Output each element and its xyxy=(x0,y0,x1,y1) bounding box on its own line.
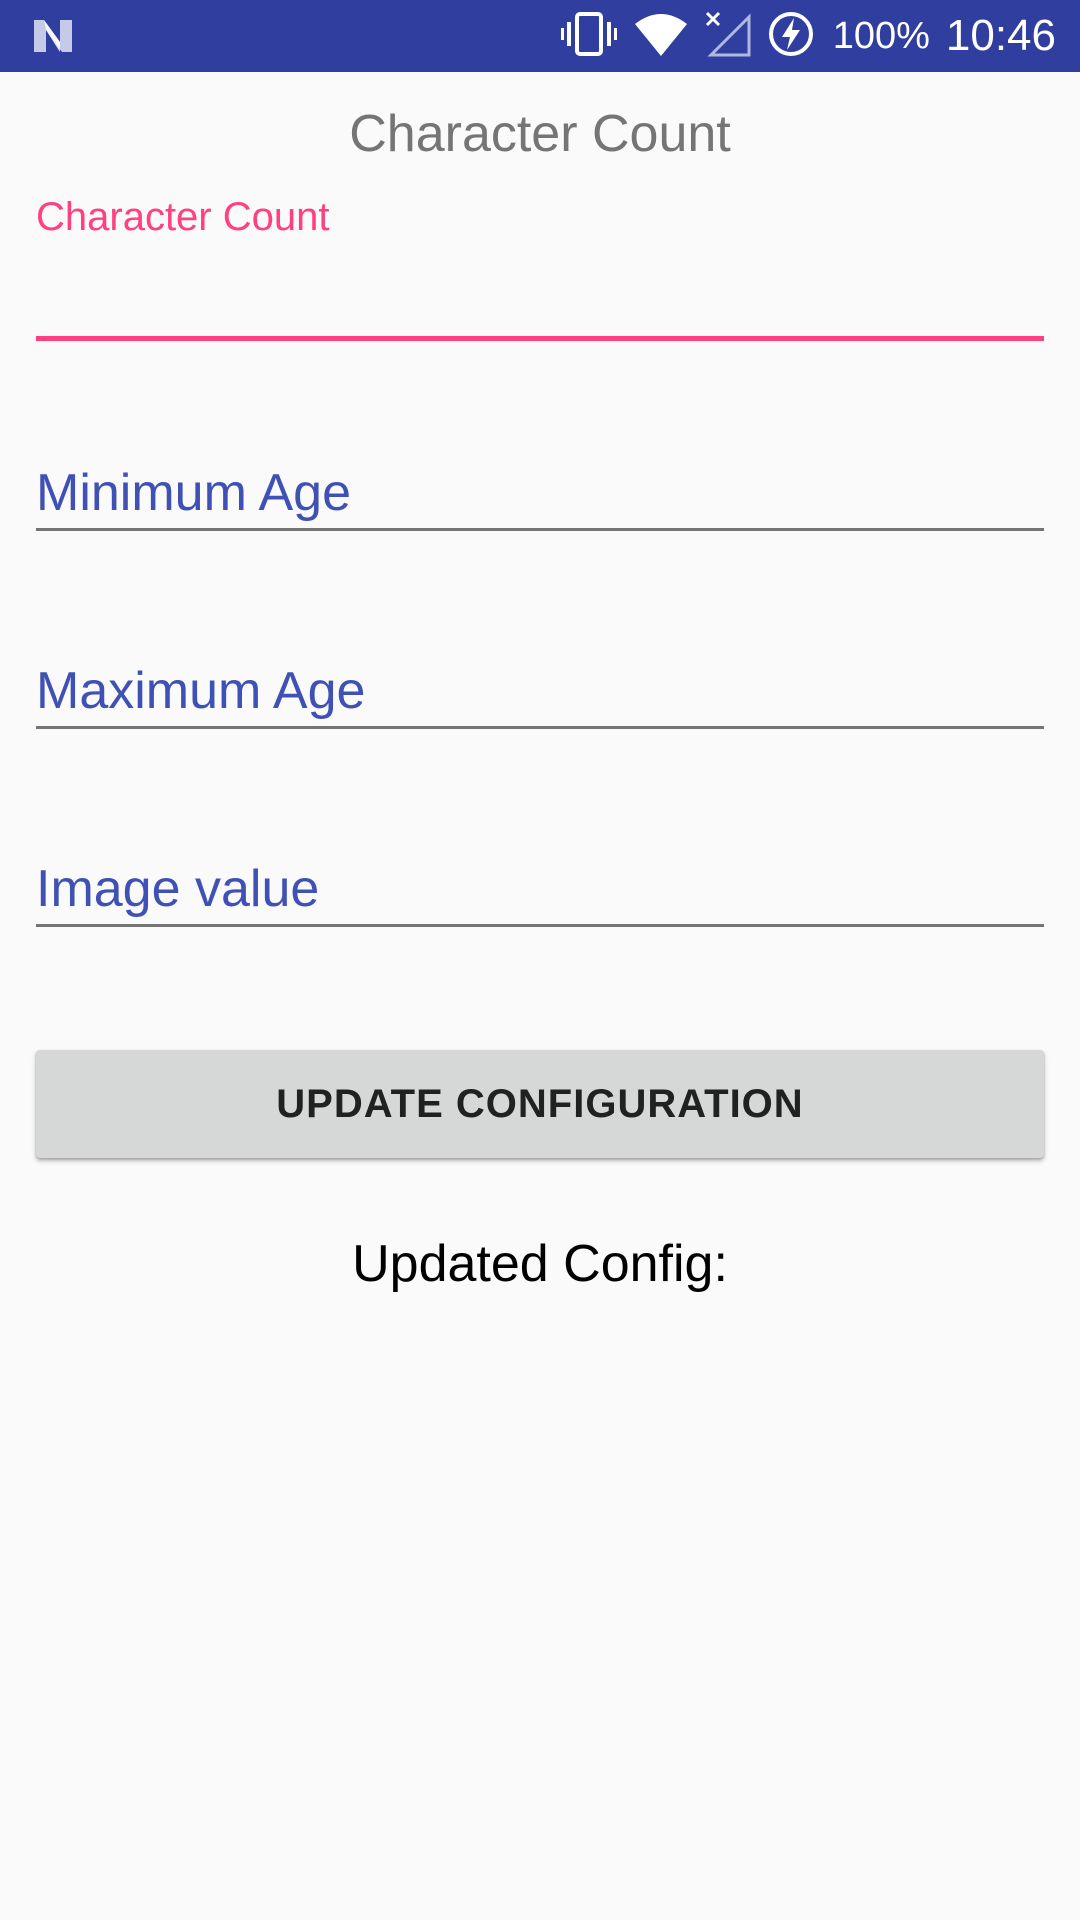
battery-charging-icon xyxy=(767,10,815,63)
minimum-age-input[interactable] xyxy=(36,458,1044,528)
character-count-field[interactable] xyxy=(36,266,1044,341)
updated-config-label: Updated Config: xyxy=(352,1235,728,1293)
no-signal-icon xyxy=(705,11,751,62)
status-time: 10:46 xyxy=(945,11,1056,60)
maximum-age-input[interactable] xyxy=(36,656,1044,726)
status-icons: 100% 10:46 xyxy=(560,0,1056,72)
character-count-label: Character Count xyxy=(36,195,330,239)
vibrate-icon xyxy=(560,11,617,61)
page-title: Character Count xyxy=(349,105,731,163)
wifi-icon xyxy=(633,12,689,61)
image-value-input[interactable] xyxy=(36,854,1044,924)
status-bar: 100% 10:46 xyxy=(0,0,1080,72)
character-count-input[interactable] xyxy=(36,266,1044,336)
image-value-field[interactable] xyxy=(36,854,1044,927)
minimum-age-field[interactable] xyxy=(36,458,1044,531)
minimum-age-underline xyxy=(36,528,1044,531)
image-value-underline xyxy=(36,924,1044,927)
update-configuration-button[interactable]: UPDATE CONFIGURATION xyxy=(36,1050,1044,1158)
battery-percent: 100% xyxy=(832,14,930,57)
maximum-age-field[interactable] xyxy=(36,656,1044,729)
n-logo-icon xyxy=(30,16,78,56)
character-count-underline xyxy=(36,336,1044,341)
maximum-age-underline xyxy=(36,726,1044,729)
